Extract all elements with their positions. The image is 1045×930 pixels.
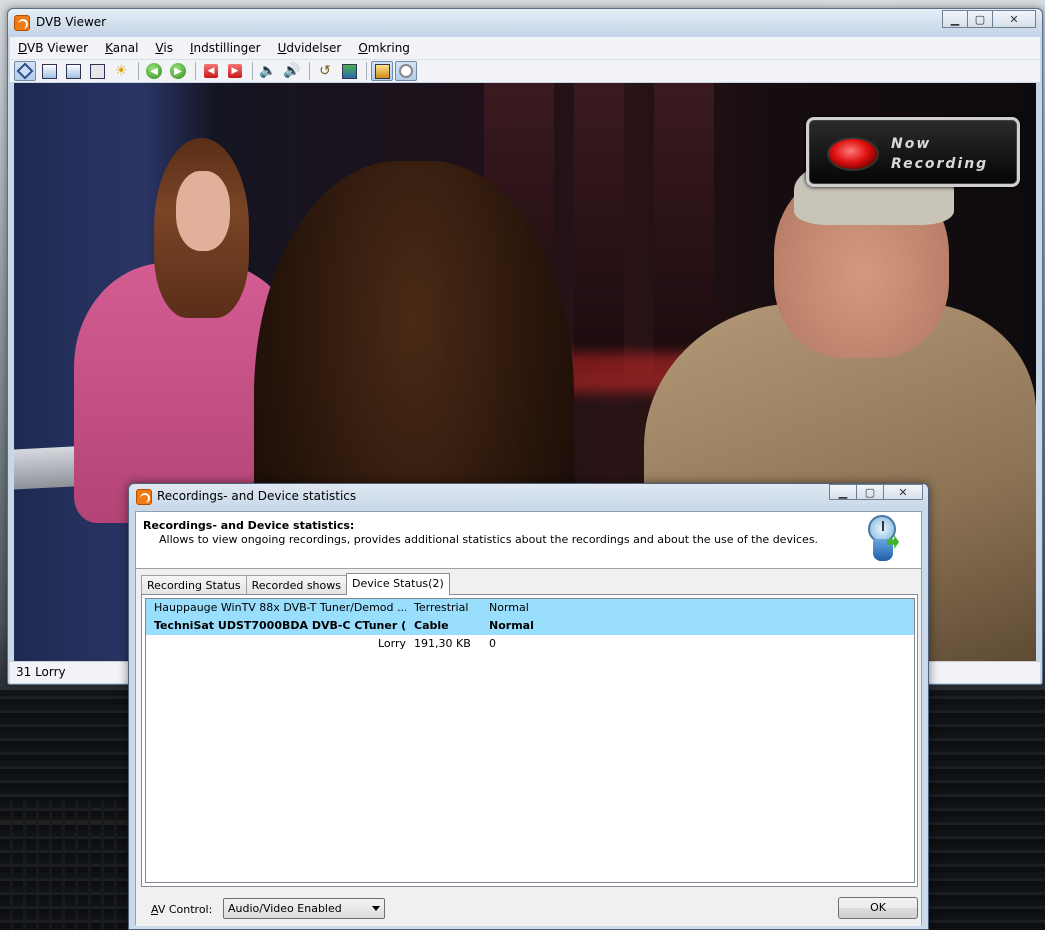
menubar: DVB Viewer Kanal Vis Indstillinger Udvid… (10, 37, 1040, 59)
av-control-label: AV Control: (151, 903, 213, 916)
menu-indstillinger[interactable]: Indstillinger (190, 41, 261, 55)
device-status: Normal (489, 619, 534, 632)
device-type: Cable (414, 619, 449, 632)
maximize-button[interactable]: ▢ (967, 10, 993, 28)
dialog-titlebar[interactable]: Recordings- and Device statistics ▁ ▢ ✕ (129, 484, 928, 508)
toolbar-separator (252, 62, 253, 80)
volume-down-button[interactable]: 🔈 (257, 61, 279, 81)
dialog-header-title: Recordings- and Device statistics: (143, 519, 355, 532)
window-controls: ▁ ▢ ✕ (942, 10, 1036, 28)
picture-icon (41, 63, 57, 79)
next-channel-icon: ▶ (228, 64, 242, 78)
device-type: Terrestrial (414, 601, 469, 614)
device-name: TechniSat UDST7000BDA DVB-C CTuner (3) (154, 619, 406, 632)
menu-udvidelser[interactable]: Udvidelser (278, 41, 342, 55)
recording-size: 191,30 KB (414, 637, 471, 650)
chevron-down-icon (372, 906, 380, 911)
menu-kanal[interactable]: Kanal (105, 41, 138, 55)
close-button[interactable]: ✕ (992, 10, 1036, 28)
toolbar-separator (138, 62, 139, 80)
tab-recording-status[interactable]: Recording Status (141, 575, 247, 595)
toolbar: ☀ ◀ ▶ ◀ ▶ 🔈 🔊 ↺ (10, 59, 1040, 82)
recorder-icon (374, 63, 390, 79)
toolbar-separator (366, 62, 367, 80)
forward-icon: ▶ (170, 63, 186, 79)
home-icon (16, 62, 34, 80)
window-icon (65, 63, 81, 79)
toolbar-separator (309, 62, 310, 80)
dialog-close-button[interactable]: ✕ (883, 484, 923, 500)
toolbar-separator (195, 62, 196, 80)
volume-up-icon: 🔊 (283, 63, 301, 79)
main-titlebar[interactable]: DVB Viewer ▁ ▢ ✕ (8, 9, 1042, 37)
window-title: DVB Viewer (36, 15, 107, 29)
volume-down-icon: 🔈 (259, 63, 277, 79)
prev-channel-icon: ◀ (204, 64, 218, 78)
record-dot-icon (827, 137, 879, 171)
menu-omkring[interactable]: Omkring (358, 41, 410, 55)
prev-channel-button[interactable]: ◀ (200, 61, 222, 81)
list-item[interactable]: Lorry 191,30 KB 0 (146, 635, 914, 653)
studio-panel (574, 83, 624, 373)
dialog-maximize-button[interactable]: ▢ (856, 484, 884, 500)
screenshot-icon (341, 63, 357, 79)
stop-button[interactable] (395, 61, 417, 81)
dialog-rss-icon (136, 489, 152, 505)
timeshift-icon: ↺ (319, 63, 331, 79)
stopwatch-icon (865, 515, 901, 563)
menu-vis[interactable]: Vis (155, 41, 173, 55)
av-control-select[interactable]: Audio/Video Enabled (223, 898, 385, 919)
dialog-minimize-button[interactable]: ▁ (829, 484, 857, 500)
dialog-window-controls: ▁ ▢ ✕ (829, 484, 923, 500)
device-status-panel: Hauppauge WinTV 88x DVB-T Tuner/Demod ..… (141, 594, 918, 887)
device-list[interactable]: Hauppauge WinTV 88x DVB-T Tuner/Demod ..… (145, 598, 915, 883)
dialog-header-description: Allows to view ongoing recordings, provi… (159, 533, 819, 546)
now-recording-badge: Now Recording (806, 117, 1020, 187)
dialog-footer: AV Control: Audio/Video Enabled OK (136, 892, 921, 926)
tab-device-status[interactable]: Device Status(2) (346, 573, 450, 595)
list-item[interactable]: Hauppauge WinTV 88x DVB-T Tuner/Demod ..… (146, 599, 914, 617)
dialog-body: Recordings- and Device statistics: Allow… (135, 511, 922, 926)
window-button[interactable] (62, 61, 84, 81)
dialog-header: Recordings- and Device statistics: Allow… (136, 512, 921, 569)
picture-button[interactable] (38, 61, 60, 81)
stop-icon (399, 64, 413, 78)
forward-button[interactable]: ▶ (167, 61, 189, 81)
recorder-button[interactable] (371, 61, 393, 81)
minimize-button[interactable]: ▁ (942, 10, 968, 28)
back-icon: ◀ (146, 63, 162, 79)
dialog-title: Recordings- and Device statistics (157, 489, 357, 503)
tab-recorded-shows[interactable]: Recorded shows (245, 575, 347, 595)
dialog-tabs: Recording Status Recorded shows Device S… (141, 573, 450, 595)
weather-icon: ☀ (114, 63, 128, 79)
statistics-dialog: Recordings- and Device statistics ▁ ▢ ✕ … (128, 483, 929, 930)
home-button[interactable] (14, 61, 36, 81)
app-rss-icon (14, 15, 30, 31)
recording-errors: 0 (489, 637, 496, 650)
osd-button[interactable] (86, 61, 108, 81)
device-status: Normal (489, 601, 529, 614)
recording-channel: Lorry (377, 637, 406, 650)
ok-button[interactable]: OK (838, 897, 918, 919)
list-item[interactable]: TechniSat UDST7000BDA DVB-C CTuner (3) C… (146, 617, 914, 635)
next-channel-button[interactable]: ▶ (224, 61, 246, 81)
device-name: Hauppauge WinTV 88x DVB-T Tuner/Demod ..… (154, 601, 406, 614)
presenter-face (176, 171, 230, 251)
volume-up-button[interactable]: 🔊 (281, 61, 303, 81)
studio-panel (654, 83, 714, 373)
screenshot-button[interactable] (338, 61, 360, 81)
menu-dvbviewer[interactable]: DVB Viewer (18, 41, 88, 55)
osd-icon (89, 63, 105, 79)
back-button[interactable]: ◀ (143, 61, 165, 81)
timeshift-button[interactable]: ↺ (314, 61, 336, 81)
desktop-railing (0, 800, 130, 930)
recording-badge-text: Now Recording (891, 136, 989, 172)
weather-button[interactable]: ☀ (110, 61, 132, 81)
